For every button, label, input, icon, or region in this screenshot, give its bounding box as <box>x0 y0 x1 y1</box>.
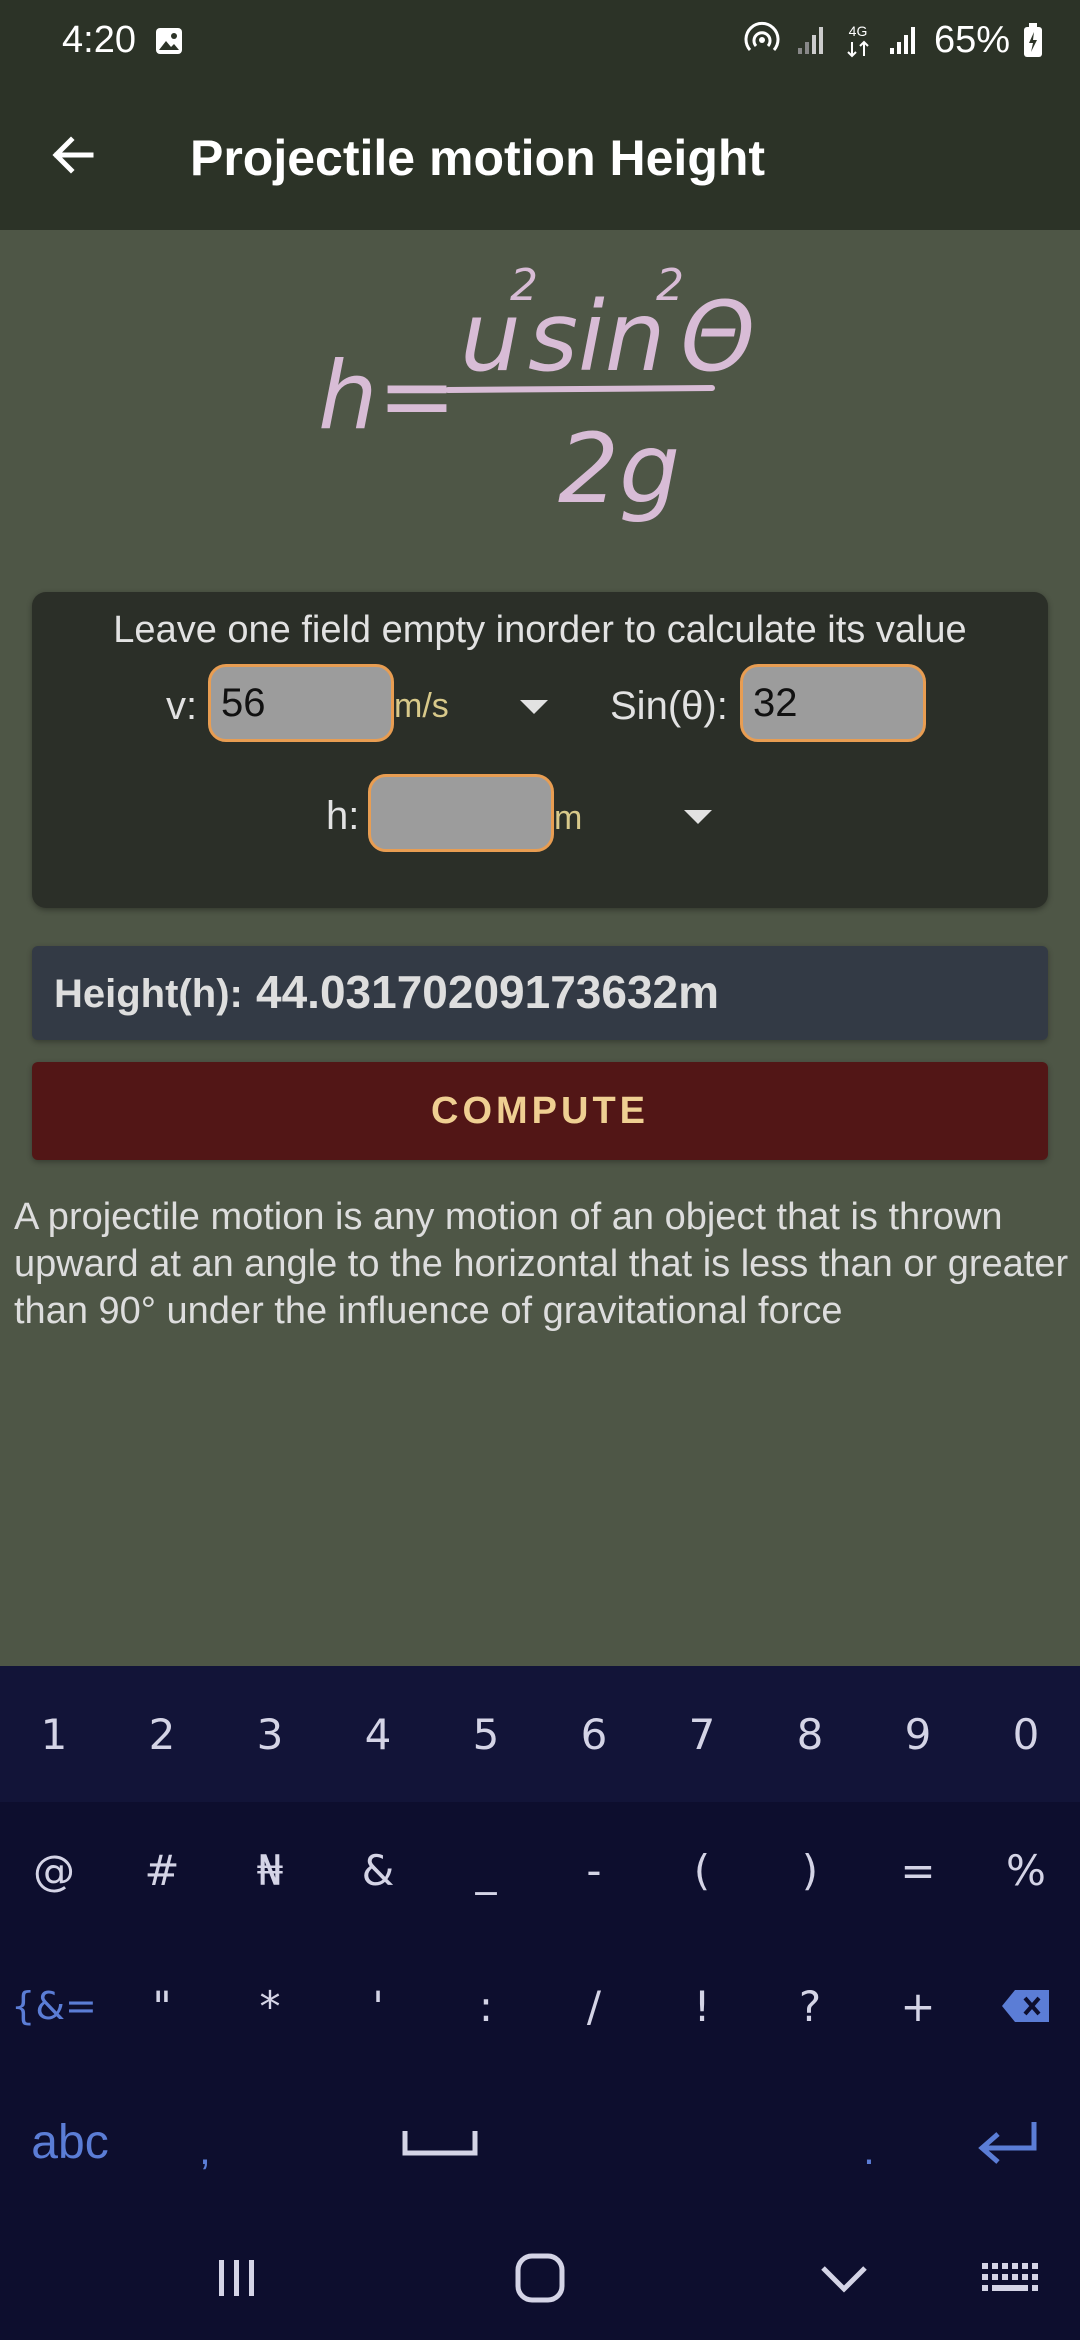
back-arrow-icon <box>52 136 94 174</box>
battery-charging-icon <box>1024 23 1042 57</box>
recents-icon <box>219 2260 254 2296</box>
key-asterisk[interactable]: * <box>216 1938 324 2074</box>
keyboard-number-row: 1 2 3 4 5 6 7 8 9 0 <box>0 1666 1080 1802</box>
result-label: Height(h): <box>54 972 243 1016</box>
key-equals[interactable]: = <box>864 1802 972 1938</box>
app-bar: Projectile motion Height <box>0 80 1080 230</box>
status-bar: 4:20 4G 65% <box>0 0 1080 80</box>
keyboard-switch-button[interactable] <box>978 2246 1040 2310</box>
height-input[interactable] <box>368 774 554 852</box>
key-4[interactable]: 4 <box>324 1666 432 1802</box>
backspace-key[interactable] <box>972 1938 1080 2074</box>
signal-icon <box>889 27 915 54</box>
key-percent[interactable]: % <box>972 1802 1080 1938</box>
result-box: Height(h): 44.03170209173632m <box>32 946 1048 1040</box>
key-period[interactable]: . <box>804 2074 934 2210</box>
key-0[interactable]: 0 <box>972 1666 1080 1802</box>
status-icons: 4G 65% <box>742 14 1044 66</box>
sine-input[interactable] <box>740 664 926 742</box>
key-exclamation[interactable]: ! <box>648 1938 756 2074</box>
backspace-icon <box>1002 1990 1049 2022</box>
key-close-paren[interactable]: ) <box>756 1802 864 1938</box>
abc-key[interactable]: abc <box>0 2074 140 2210</box>
keyboard-symbol-row-1: @ # ₦ & _ - ( ) = % <box>0 1802 1080 1938</box>
description-text: A projectile motion is any motion of an … <box>14 1196 1069 1332</box>
keyboard-bottom-row: abc , . <box>0 2074 1080 2210</box>
fraction-bar <box>445 385 715 393</box>
key-2[interactable]: 2 <box>108 1666 216 1802</box>
key-6[interactable]: 6 <box>540 1666 648 1802</box>
keyboard-symbol-row-2: {&= " * ' : / ! ? + <box>0 1938 1080 2074</box>
key-3[interactable]: 3 <box>216 1666 324 1802</box>
key-double-quote[interactable]: " <box>108 1938 216 2074</box>
key-plus[interactable]: + <box>864 1938 972 2074</box>
network-type-label: 4G <box>849 23 868 39</box>
signal-icon <box>797 27 823 54</box>
formula-theta: Θ <box>680 281 756 393</box>
result-value: 44.03170209173632m <box>256 966 720 1018</box>
enter-key[interactable] <box>934 2074 1080 2210</box>
recents-button[interactable] <box>208 2246 266 2310</box>
key-apostrophe[interactable]: ' <box>324 1938 432 2074</box>
space-bar-icon <box>402 2131 478 2156</box>
navigation-bar <box>0 2216 1080 2340</box>
sine-label: Sin(θ): <box>610 684 728 728</box>
velocity-unit: m/s <box>394 687 449 725</box>
image-icon <box>156 28 182 54</box>
keyboard-spacer <box>610 2074 804 2210</box>
key-1[interactable]: 1 <box>0 1666 108 1802</box>
key-hash[interactable]: # <box>108 1802 216 1938</box>
key-9[interactable]: 9 <box>864 1666 972 1802</box>
key-colon[interactable]: : <box>432 1938 540 2074</box>
height-unit: m <box>554 799 583 837</box>
formula-image: h= u 2 sin 2 Θ 2g <box>318 260 756 525</box>
formula-lhs: h= <box>318 342 456 451</box>
battery-percentage: 65% <box>933 19 1010 61</box>
enter-icon <box>978 2122 1037 2164</box>
page-title: Projectile motion Height <box>190 130 766 186</box>
back-button[interactable] <box>40 122 106 188</box>
key-slash[interactable]: / <box>540 1938 648 2074</box>
key-more-symbols[interactable]: {&= <box>0 1938 108 2074</box>
chevron-down-icon <box>821 2266 867 2293</box>
key-7[interactable]: 7 <box>648 1666 756 1802</box>
input-card: Leave one field empty inorder to calcula… <box>32 592 1048 908</box>
data-4g-icon: 4G <box>847 23 869 58</box>
hotspot-icon <box>744 21 780 51</box>
key-open-paren[interactable]: ( <box>648 1802 756 1938</box>
key-question[interactable]: ? <box>756 1938 864 2074</box>
status-time: 4:20 <box>62 19 136 61</box>
key-at[interactable]: @ <box>0 1802 108 1938</box>
hide-keyboard-button[interactable] <box>814 2246 874 2310</box>
velocity-input[interactable] <box>208 664 394 742</box>
key-hyphen[interactable]: - <box>540 1802 648 1938</box>
velocity-unit-dropdown[interactable] <box>520 700 548 714</box>
key-comma[interactable]: , <box>140 2074 270 2210</box>
space-key[interactable] <box>270 2074 610 2210</box>
instruction-text: Leave one field empty inorder to calcula… <box>113 609 967 651</box>
height-unit-dropdown[interactable] <box>684 810 712 824</box>
key-underscore[interactable]: _ <box>432 1802 540 1938</box>
velocity-label: v: <box>166 684 198 728</box>
compute-button[interactable]: COMPUTE <box>32 1062 1048 1160</box>
key-ampersand[interactable]: & <box>324 1802 432 1938</box>
height-label: h: <box>326 794 360 838</box>
formula-sin: sin <box>528 281 666 393</box>
key-5[interactable]: 5 <box>432 1666 540 1802</box>
key-naira[interactable]: ₦ <box>216 1802 324 1938</box>
formula-denominator: 2g <box>558 413 680 525</box>
home-button[interactable] <box>510 2246 570 2310</box>
home-icon <box>515 2253 565 2303</box>
key-8[interactable]: 8 <box>756 1666 864 1802</box>
keyboard: 1 2 3 4 5 6 7 8 9 0 @ # ₦ & _ - ( ) = % … <box>0 1666 1080 2238</box>
keyboard-icon <box>982 2263 1038 2291</box>
